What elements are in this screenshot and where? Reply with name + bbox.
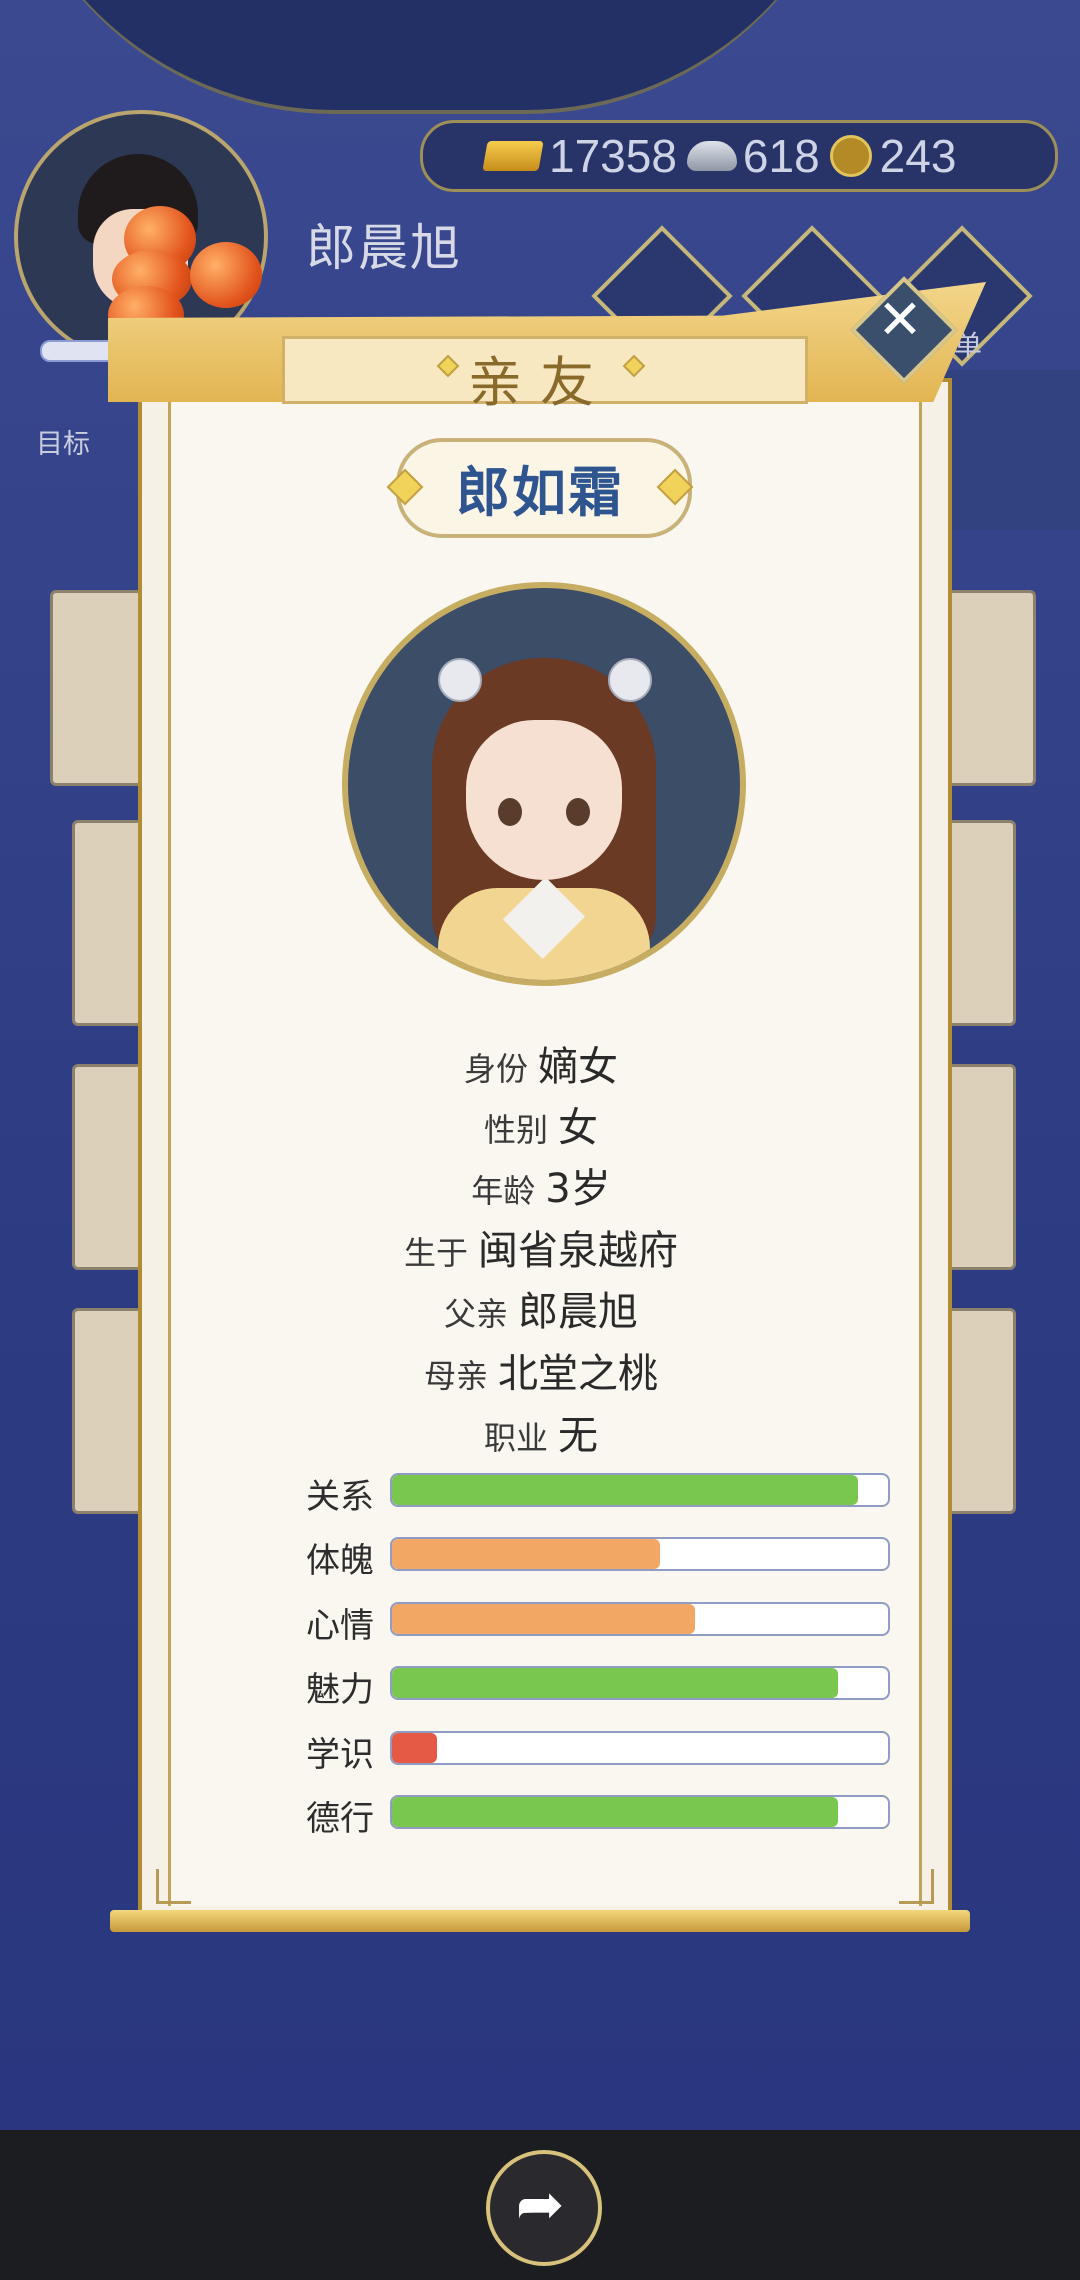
modal-scroll-base xyxy=(110,1910,970,1932)
stat-row: 学识 xyxy=(306,1729,890,1775)
stat-track xyxy=(390,1602,890,1636)
goal-label[interactable]: 目标 xyxy=(36,422,90,461)
background-card xyxy=(72,1308,148,1514)
stat-track xyxy=(390,1666,890,1700)
info-value: 嫡女 xyxy=(538,1044,618,1090)
stat-label: 魅力 xyxy=(306,1670,374,1710)
info-row: 职业无 xyxy=(138,1403,944,1461)
portrait-eye xyxy=(498,798,522,826)
info-row: 父亲 郎晨旭 xyxy=(138,1279,944,1337)
info-value: 无 xyxy=(558,1413,598,1459)
stat-label: 德行 xyxy=(306,1799,374,1839)
close-icon[interactable]: ✕ xyxy=(866,286,934,354)
info-row: 性别女 xyxy=(138,1095,944,1153)
copper-coin-icon xyxy=(829,135,872,177)
portrait-face xyxy=(466,720,622,880)
info-key: 职业 xyxy=(483,1419,548,1457)
info-value: 闽省泉越府 xyxy=(478,1228,678,1274)
background-card xyxy=(72,1064,148,1270)
stat-track xyxy=(390,1795,890,1829)
info-value: 女 xyxy=(558,1105,598,1151)
background-card xyxy=(72,820,148,1026)
stat-row: 关系 xyxy=(306,1471,890,1517)
stat-label: 关系 xyxy=(306,1477,374,1517)
stat-fill xyxy=(392,1604,695,1634)
background-card xyxy=(50,590,146,786)
coin-amount: 243 xyxy=(879,130,957,182)
stat-track xyxy=(390,1731,890,1765)
silver-ingot-icon xyxy=(686,141,737,171)
info-key: 父亲 xyxy=(443,1295,508,1333)
stat-fill xyxy=(392,1475,859,1505)
stat-label: 体魄 xyxy=(306,1541,374,1581)
info-key: 年龄 xyxy=(471,1172,536,1210)
stat-fill xyxy=(392,1539,660,1569)
stat-fill xyxy=(392,1797,839,1827)
fruit-icon xyxy=(190,242,262,308)
info-row: 生于 闽省泉越府 xyxy=(138,1218,944,1276)
info-row: 年龄 3岁 xyxy=(138,1156,944,1214)
currency-bar: 17358 618 243 xyxy=(420,120,1058,192)
info-value: 郎晨旭 xyxy=(518,1289,638,1335)
stat-fill xyxy=(392,1668,839,1698)
stat-label: 心情 xyxy=(306,1606,374,1646)
stat-row: 体魄 xyxy=(306,1535,890,1581)
stat-track xyxy=(390,1537,890,1571)
hair-ornament-icon xyxy=(608,658,652,702)
stat-label: 学识 xyxy=(306,1735,374,1775)
corner-ornament xyxy=(899,1869,934,1904)
portrait-eye xyxy=(566,798,590,826)
info-key: 生于 xyxy=(403,1234,468,1272)
info-row: 母亲 北堂之桃 xyxy=(138,1341,944,1399)
modal-title: 亲友 xyxy=(468,351,612,414)
hair-ornament-icon xyxy=(438,658,482,702)
info-key: 母亲 xyxy=(423,1357,488,1395)
gold-ingot-icon xyxy=(482,141,544,171)
info-key: 身份 xyxy=(463,1050,528,1088)
stat-fill xyxy=(392,1733,437,1763)
share-icon[interactable]: ➦ xyxy=(486,2150,594,2258)
background-card xyxy=(940,590,1036,786)
stat-row: 德行 xyxy=(306,1793,890,1839)
gold-amount: 17358 xyxy=(549,130,677,182)
relative-portrait xyxy=(342,582,746,986)
silver-amount: 618 xyxy=(742,130,820,182)
stat-track xyxy=(390,1473,890,1507)
relative-name: 郎如霜 xyxy=(456,461,624,524)
info-row: 身份 嫡女 xyxy=(138,1034,944,1092)
corner-ornament xyxy=(156,1869,191,1904)
info-key: 性别 xyxy=(483,1111,548,1149)
info-value: 3岁 xyxy=(545,1166,611,1212)
info-value: 北堂之桃 xyxy=(498,1351,658,1397)
stat-row: 魅力 xyxy=(306,1664,890,1710)
stat-row: 心情 xyxy=(306,1600,890,1646)
player-name: 郎晨旭 xyxy=(306,220,462,276)
